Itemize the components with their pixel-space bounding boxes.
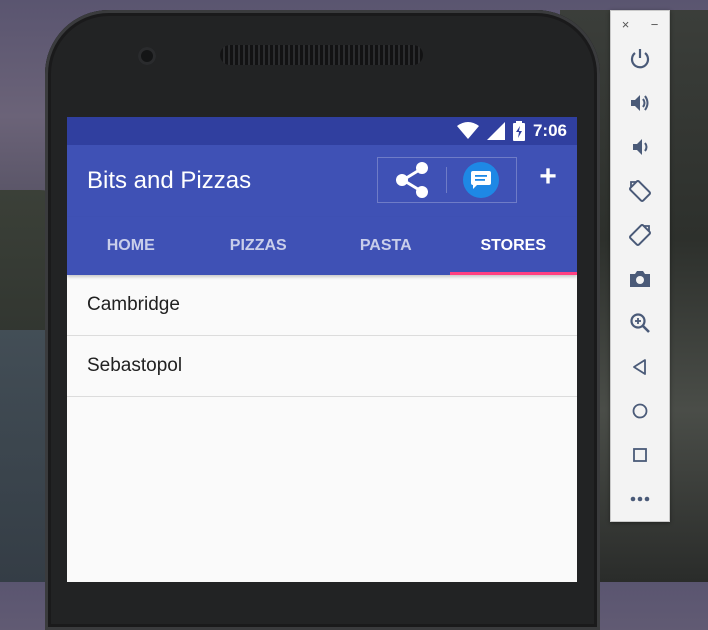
back-icon <box>633 359 646 375</box>
tab-bar: HOME PIZZAS PASTA STORES <box>67 217 577 275</box>
overview-button[interactable] <box>611 433 669 477</box>
store-list: Cambridge Sebastopol <box>67 275 577 397</box>
zoom-button[interactable] <box>611 301 669 345</box>
tab-pizzas[interactable]: PIZZAS <box>195 217 323 275</box>
emulator-window-controls: × − <box>611 11 669 37</box>
screenshot-button[interactable] <box>611 257 669 301</box>
volume-up-icon <box>631 95 649 111</box>
rotate-left-icon <box>629 180 651 202</box>
app-toolbar: Bits and Pizzas + <box>67 145 577 217</box>
share-icon <box>396 162 428 198</box>
add-button[interactable]: + <box>533 160 563 193</box>
wifi-icon <box>456 122 479 139</box>
camera-icon <box>630 271 650 287</box>
volume-down-button[interactable] <box>611 125 669 169</box>
emulator-control-panel: × − <box>610 10 670 522</box>
status-icons: 7:06 <box>456 121 567 141</box>
message-icon <box>471 171 491 189</box>
toolbar-action-group <box>377 157 517 203</box>
tab-stores[interactable]: STORES <box>449 217 578 275</box>
message-button[interactable] <box>447 158 515 202</box>
signal-icon <box>486 122 505 140</box>
power-icon <box>630 49 650 69</box>
store-item-cambridge[interactable]: Cambridge <box>67 275 577 336</box>
store-item-sebastopol[interactable]: Sebastopol <box>67 336 577 397</box>
power-button[interactable] <box>611 37 669 81</box>
more-icon <box>630 496 650 502</box>
emulator-minimize-button[interactable]: − <box>651 17 659 32</box>
message-button-circle <box>463 162 499 198</box>
app-title: Bits and Pizzas <box>87 167 252 194</box>
tab-home[interactable]: HOME <box>67 217 195 275</box>
home-icon <box>632 403 648 419</box>
zoom-icon <box>630 313 650 333</box>
phone-screen: 7:06 Bits and Pizzas + HOME PIZZAS PASTA… <box>67 117 577 582</box>
status-time: 7:06 <box>532 121 567 140</box>
overview-icon <box>633 448 647 462</box>
home-button[interactable] <box>611 389 669 433</box>
volume-up-button[interactable] <box>611 81 669 125</box>
rotate-left-button[interactable] <box>611 169 669 213</box>
back-button[interactable] <box>611 345 669 389</box>
emulator-close-button[interactable]: × <box>622 17 630 32</box>
status-bar: 7:06 <box>67 117 577 145</box>
front-camera <box>138 47 156 65</box>
tab-pasta[interactable]: PASTA <box>322 217 450 275</box>
more-button[interactable] <box>611 477 669 521</box>
rotate-right-icon <box>629 224 651 246</box>
rotate-right-button[interactable] <box>611 213 669 257</box>
earpiece-speaker <box>220 45 423 65</box>
volume-down-icon <box>633 139 648 155</box>
share-button[interactable] <box>378 158 446 202</box>
battery-icon <box>512 121 525 141</box>
